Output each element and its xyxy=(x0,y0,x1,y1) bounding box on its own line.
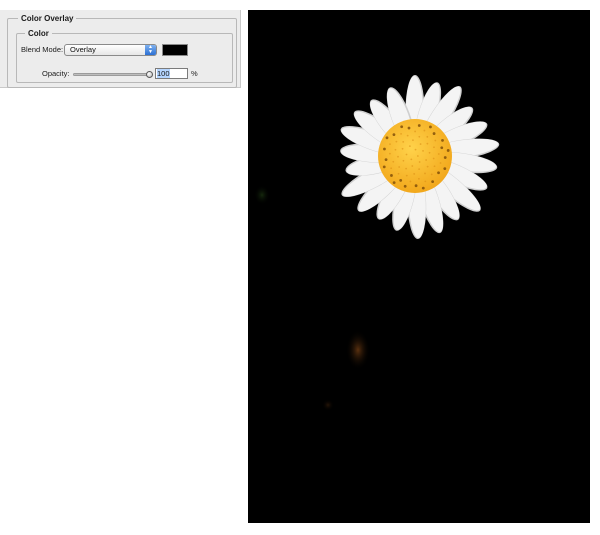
daisy-flower-image xyxy=(254,75,500,411)
center-dot xyxy=(397,172,400,175)
center-dot xyxy=(406,134,409,137)
center-dot xyxy=(426,165,429,168)
flower-center xyxy=(378,119,452,193)
center-dot xyxy=(424,172,426,175)
center-dot xyxy=(414,184,418,188)
blend-mode-label: Blend Mode: xyxy=(21,45,64,54)
center-dot xyxy=(402,159,405,162)
layer-style-panel: Color Overlay Color Blend Mode: Overlay … xyxy=(0,10,241,88)
center-dot xyxy=(390,167,393,170)
center-dot xyxy=(432,157,435,160)
background-blur-spot xyxy=(322,399,334,411)
center-dot xyxy=(401,147,404,150)
center-dot xyxy=(431,180,435,184)
center-dot xyxy=(402,140,405,143)
opacity-input[interactable]: 100 xyxy=(155,68,188,79)
center-dot xyxy=(405,167,407,170)
blend-mode-value: Overlay xyxy=(70,45,96,54)
image-canvas xyxy=(248,10,590,523)
center-dot xyxy=(416,155,419,157)
center-dot xyxy=(434,139,437,142)
opacity-slider[interactable] xyxy=(73,71,153,78)
center-dot xyxy=(414,148,417,151)
center-dot xyxy=(388,152,391,155)
center-dot xyxy=(412,139,414,142)
center-dot xyxy=(426,142,429,145)
center-dot xyxy=(405,174,408,177)
center-dot xyxy=(383,147,386,151)
center-dot xyxy=(409,180,412,183)
opacity-unit: % xyxy=(191,69,198,78)
center-dot xyxy=(414,130,417,133)
center-dot xyxy=(405,153,408,156)
center-dot xyxy=(419,143,422,145)
center-dot xyxy=(390,174,393,177)
center-dot xyxy=(392,133,396,137)
center-dot xyxy=(433,165,436,168)
opacity-value: 100 xyxy=(157,69,170,78)
center-dot xyxy=(400,132,402,135)
center-dot xyxy=(398,166,401,168)
center-dot xyxy=(443,156,447,159)
color-overlay-group: Color Overlay Color Blend Mode: Overlay … xyxy=(7,13,237,88)
center-dot xyxy=(411,165,414,167)
background-blur-spot xyxy=(254,185,270,205)
center-dot xyxy=(417,124,421,127)
center-dot xyxy=(392,160,395,163)
center-dot xyxy=(441,139,444,142)
center-dot xyxy=(446,149,450,152)
center-dot xyxy=(443,167,447,171)
center-dot xyxy=(423,129,426,132)
center-dot xyxy=(418,135,421,138)
center-dot xyxy=(421,186,425,190)
opacity-label: Opacity: xyxy=(42,69,70,78)
center-dot xyxy=(437,153,440,155)
center-dot xyxy=(418,177,420,180)
center-dot xyxy=(418,168,421,171)
color-group-title: Color xyxy=(25,28,52,39)
color-group: Color Blend Mode: Overlay ▲ ▼ Opacity: 10… xyxy=(16,28,233,83)
center-dot xyxy=(384,158,388,162)
center-dot xyxy=(429,125,432,129)
select-arrows-icon: ▲ ▼ xyxy=(145,45,156,55)
center-dot xyxy=(426,135,429,138)
center-dot xyxy=(439,162,442,164)
center-dot xyxy=(410,158,413,161)
center-dot xyxy=(432,132,436,135)
center-dot xyxy=(400,125,404,129)
center-dot xyxy=(408,145,411,148)
center-dot xyxy=(422,149,424,152)
center-dot xyxy=(394,148,397,151)
center-dot xyxy=(437,171,440,175)
background-blur-spot xyxy=(346,330,370,370)
center-dot xyxy=(430,173,433,176)
center-dot xyxy=(440,146,444,150)
color-overlay-title: Color Overlay xyxy=(18,13,77,24)
center-dot xyxy=(397,155,399,158)
center-dot xyxy=(392,181,396,185)
center-dot xyxy=(418,161,421,163)
opacity-slider-thumb[interactable] xyxy=(146,71,153,78)
center-dot xyxy=(413,173,416,175)
center-dot xyxy=(433,146,435,149)
center-dot xyxy=(399,179,403,182)
opacity-slider-fill xyxy=(74,74,150,75)
center-dot xyxy=(389,143,391,146)
overlay-color-swatch[interactable] xyxy=(162,44,188,56)
center-dot xyxy=(403,184,407,188)
center-dot xyxy=(382,165,386,169)
center-dot xyxy=(395,140,398,143)
blend-mode-select[interactable]: Overlay ▲ ▼ xyxy=(64,44,157,56)
center-dot xyxy=(425,159,428,161)
center-dot xyxy=(428,151,431,154)
center-dot xyxy=(385,136,389,140)
center-dot xyxy=(407,126,411,130)
center-dot xyxy=(424,180,427,183)
